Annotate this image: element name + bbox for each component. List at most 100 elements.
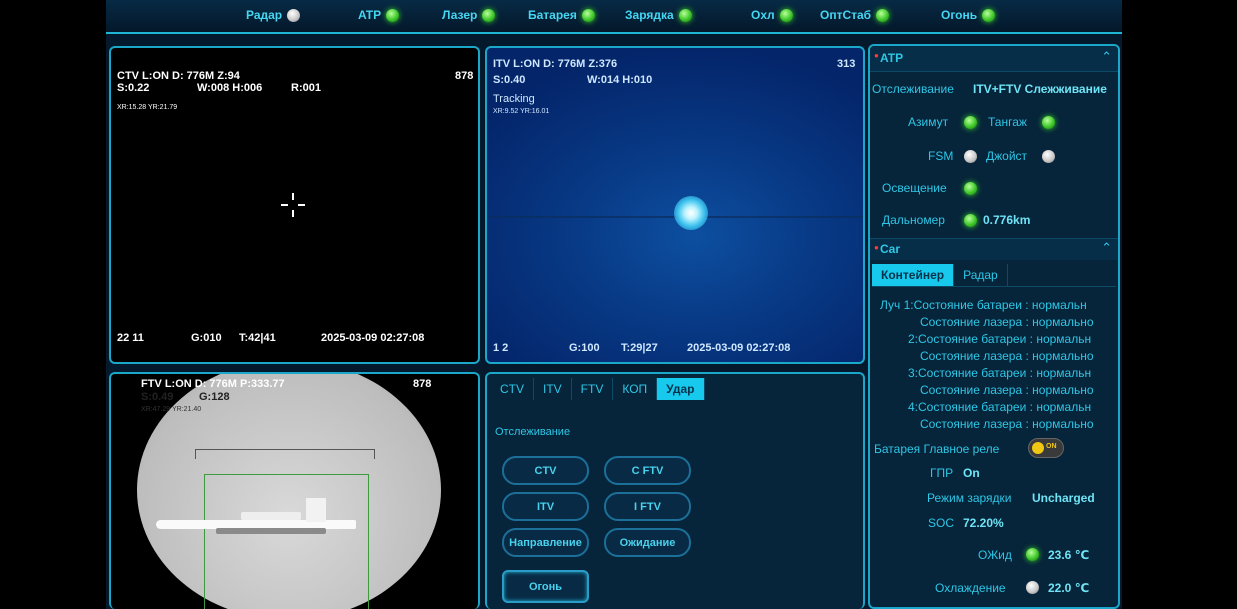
tab-ctv[interactable]: CTV: [491, 378, 534, 400]
tracking-value: ITV+FTV Слежживание: [973, 82, 1107, 96]
charge-mode-value: Uncharged: [1032, 491, 1095, 505]
rangefinder-status-led: [964, 214, 977, 227]
status-item-2: Лазер: [442, 8, 496, 22]
status-item-3: Батарея: [528, 8, 595, 22]
status-item-label: Лазер: [442, 8, 478, 22]
pitch-status-led: [1042, 116, 1055, 129]
itv-scale: S:0.40: [493, 74, 526, 86]
fire-button[interactable]: Огонь: [502, 570, 589, 603]
ftv-osd-row1: FTV L:ON D: 776M P:333.77: [141, 378, 285, 390]
azimuth-label: Азимут: [908, 115, 949, 129]
fsm-label: FSM: [928, 149, 954, 163]
c-ftv-track-button[interactable]: C FTV: [604, 456, 691, 485]
ctv-xy-readout: XR:15.28 YR:21.79: [117, 104, 178, 111]
collapse-atp-icon[interactable]: ⌃: [1101, 49, 1112, 65]
ctv-track-button[interactable]: CTV: [502, 456, 589, 485]
ctv-rate: R:001: [291, 82, 321, 94]
tab-itv[interactable]: ITV: [534, 378, 572, 400]
standby-button[interactable]: Ожидание: [604, 528, 691, 557]
direction-button[interactable]: Направление: [502, 528, 589, 557]
ctv-scale: S:0.22: [117, 82, 150, 94]
status-item-4: Зарядка: [625, 8, 692, 22]
status-item-label: ОптСтаб: [820, 8, 872, 22]
status-led-icon: [779, 8, 793, 22]
itv-osd-row1: ITV L:ON D: 776M Z:376: [493, 58, 618, 70]
crosshair-icon: [281, 193, 305, 217]
fsm-status-led: [964, 150, 977, 163]
control-tabs: CTV ITV FTV КОП Удар: [491, 378, 705, 400]
status-line: 4:Состояние батареи : нормальн: [908, 400, 1092, 414]
ftv-gain: G:128: [199, 391, 230, 403]
ctv-camera-panel[interactable]: CTV L:ON D: 776M Z:94 878 S:0.22 W:008 H…: [109, 46, 480, 364]
atp-marker-icon: ●: [874, 51, 879, 60]
tab-container[interactable]: Контейнер: [872, 264, 955, 286]
collapse-car-icon[interactable]: ⌃: [1101, 240, 1112, 256]
gpr-value: On: [963, 466, 980, 480]
gpr-label: ГПР: [930, 466, 954, 480]
ftv-scale: S:0.49: [141, 391, 174, 403]
status-line: Состояние лазера : нормально: [920, 349, 1094, 363]
status-item-label: Охл: [751, 8, 775, 22]
itv-gain: G:100: [569, 342, 600, 354]
azimuth-status-led: [964, 116, 977, 129]
status-item-label: ATP: [358, 8, 382, 22]
tab-ftv[interactable]: FTV: [572, 378, 614, 400]
control-panel: CTV ITV FTV КОП Удар Отслеживание CTV C FTV …: [485, 372, 865, 609]
ftv-camera-panel[interactable]: FTV L:ON D: 776M P:333.77 878 S:0.49 G:1…: [109, 372, 480, 609]
battery-relay-toggle[interactable]: ON: [1028, 438, 1064, 458]
tab-коп[interactable]: КОП: [613, 378, 658, 400]
itv-camera-panel[interactable]: ITV L:ON D: 776M Z:376 313 S:0.40 W:014 …: [485, 46, 865, 364]
car-section-header: ● Car ⌃: [870, 238, 1118, 260]
toggle-label: ON: [1046, 443, 1057, 450]
atp-title: ATP: [880, 51, 904, 65]
joystick-status-led: [1042, 150, 1055, 163]
status-item-label: Огонь: [941, 8, 978, 22]
car-title: Car: [880, 242, 901, 256]
soc-value: 72.20%: [963, 516, 1004, 530]
target-glow: [674, 196, 708, 230]
atp-section-header: ● ATP ⌃: [870, 46, 1118, 72]
status-line: Состояние лазера : нормально: [920, 315, 1094, 329]
status-item-5: Охл: [751, 8, 793, 22]
itv-track-button[interactable]: ITV: [502, 492, 589, 521]
i-ftv-track-button[interactable]: I FTV: [604, 492, 691, 521]
tracking-label: Отслеживание: [872, 82, 954, 96]
cooling-temp-led: [1026, 581, 1039, 594]
top-status-bar: Радар ATP Лазер Батарея Зарядка Охл ОптСтаб Ого…: [106, 0, 1122, 34]
status-item-7: Огонь: [941, 8, 996, 22]
battery-relay-label: Батарея Главное реле: [874, 442, 1000, 456]
itv-bottom-left-info: 1 2: [493, 342, 509, 354]
status-item-label: Батарея: [528, 8, 577, 22]
rangefinder-value: 0.776km: [983, 213, 1031, 227]
status-item-6: ОптСтаб: [820, 8, 890, 22]
drone-shape: [156, 498, 356, 548]
rangefinder-label: Дальномер: [882, 213, 945, 227]
itv-tracking-status: Tracking: [493, 93, 535, 105]
tab-удар[interactable]: Удар: [657, 378, 705, 400]
ctv-osd-row1: CTV L:ON D: 776M Z:94: [117, 70, 240, 82]
itv-timestamp: 2025-03-09 02:27:08: [687, 342, 791, 354]
itv-temperature: T:29|27: [621, 342, 658, 354]
liquid-temp-value: 23.6 ℃: [1048, 548, 1090, 562]
soc-label: SOC: [928, 516, 955, 530]
charge-mode-label: Режим зарядки: [927, 491, 1012, 505]
status-line: 3:Состояние батареи : нормальн: [908, 366, 1092, 380]
joystick-label: Джойст: [986, 149, 1028, 163]
car-tabs: Контейнер Радар: [872, 264, 1116, 287]
light-label: Освещение: [882, 181, 947, 195]
ftv-frame-count: 878: [413, 378, 432, 390]
status-led-icon: [876, 8, 890, 22]
app-window: Радар ATP Лазер Батарея Зарядка Охл ОптСтаб Ого…: [106, 0, 1122, 609]
ctv-gain: G:010: [191, 332, 222, 344]
status-led-icon: [287, 8, 301, 22]
tracking-section-title: Отслеживание: [495, 426, 571, 438]
status-led-icon: [386, 8, 400, 22]
light-status-led: [964, 182, 977, 195]
ctv-timestamp: 2025-03-09 02:27:08: [321, 332, 425, 344]
tab-radar[interactable]: Радар: [954, 264, 1008, 286]
status-item-0: Радар: [246, 8, 301, 22]
status-line: Луч 1:Состояние батареи : нормальн: [880, 298, 1087, 312]
ftv-corner-bracket: [195, 449, 375, 459]
status-item-label: Зарядка: [625, 8, 674, 22]
status-line: Состояние лазера : нормально: [920, 417, 1094, 431]
